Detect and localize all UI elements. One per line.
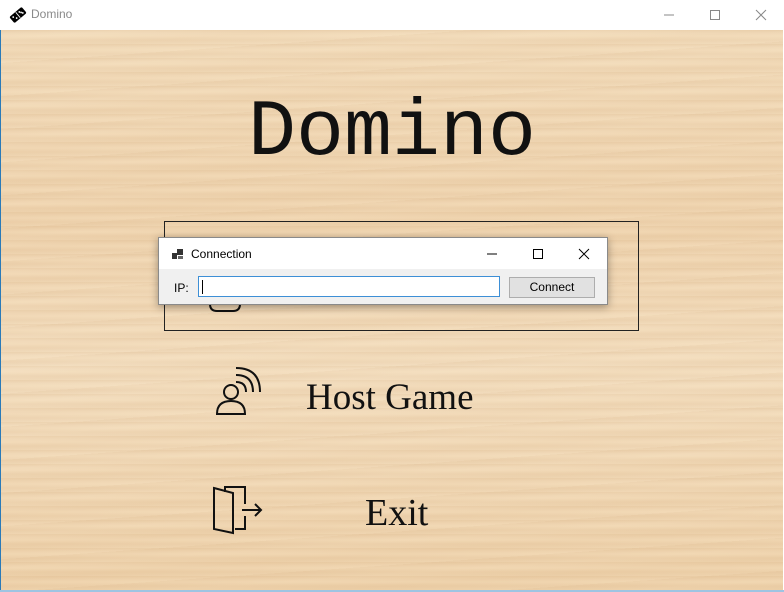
close-button[interactable]: [738, 0, 784, 30]
maximize-button[interactable]: [692, 0, 738, 30]
broadcast-user-icon: [215, 367, 261, 415]
close-icon: [578, 248, 590, 259]
maximize-icon: [710, 10, 720, 20]
ip-input[interactable]: [198, 276, 500, 297]
host-game-label: Host Game: [306, 377, 474, 418]
exit-label: Exit: [365, 492, 429, 534]
dialog-title: Connection: [191, 247, 252, 261]
ip-label: IP:: [174, 281, 189, 295]
maximize-icon: [533, 248, 543, 259]
window-title: Domino: [31, 7, 73, 21]
minimize-icon: [664, 14, 674, 16]
dialog-maximize-button[interactable]: [515, 238, 561, 269]
connect-button[interactable]: Connect: [509, 277, 595, 298]
dialog-app-icon: [172, 249, 183, 259]
minimize-icon: [487, 253, 497, 254]
dialog-close-button[interactable]: [561, 238, 607, 269]
game-title: Domino: [247, 88, 537, 179]
door-exit-icon: [213, 486, 263, 535]
close-icon: [755, 9, 767, 21]
dialog-titlebar[interactable]: Connection: [159, 238, 607, 269]
connection-dialog: Connection IP: Connect: [158, 237, 608, 305]
text-caret: [202, 280, 203, 294]
dialog-minimize-button[interactable]: [469, 238, 515, 269]
domino-icon: [9, 7, 27, 23]
minimize-button[interactable]: [646, 0, 692, 30]
window-titlebar[interactable]: Domino: [0, 0, 784, 30]
